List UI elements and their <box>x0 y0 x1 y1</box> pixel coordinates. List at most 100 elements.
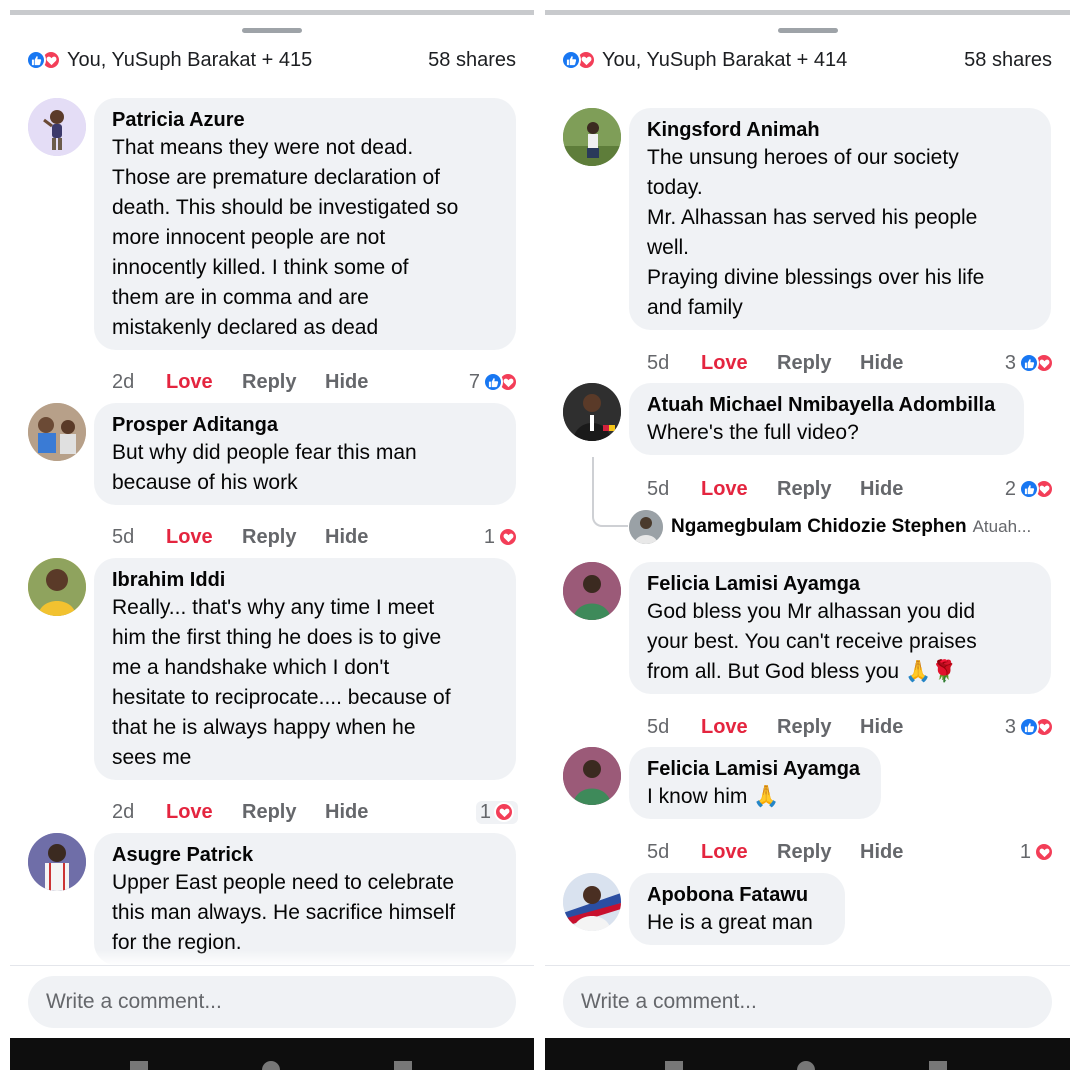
reaction-count-number: 7 <box>468 370 480 393</box>
reactor-names[interactable]: You, YuSuph Barakat + 415 <box>67 49 312 72</box>
hide-button[interactable]: Hide <box>325 801 368 824</box>
home-icon[interactable] <box>262 1061 280 1070</box>
comment-actions: 5d Love Reply Hide 1 <box>647 838 1054 866</box>
reactions-header[interactable]: You, YuSuph Barakat + 415 58 shares <box>26 48 516 72</box>
comment-text: I know him 🙏 <box>647 785 780 808</box>
back-icon[interactable] <box>394 1061 412 1070</box>
reactions-header[interactable]: You, YuSuph Barakat + 414 58 shares <box>561 48 1052 72</box>
avatar[interactable] <box>563 747 621 805</box>
love-reaction-icon <box>498 527 518 547</box>
hide-button[interactable]: Hide <box>860 478 903 501</box>
love-button[interactable]: Love <box>701 841 777 864</box>
recent-apps-icon[interactable] <box>130 1061 148 1070</box>
love-button[interactable]: Love <box>701 716 777 739</box>
sheet-drag-handle[interactable] <box>777 28 838 33</box>
comment-author[interactable]: Apobona Fatawu <box>647 882 827 908</box>
hide-button[interactable]: Hide <box>860 841 903 864</box>
comment-author[interactable]: Asugre Patrick <box>112 842 498 868</box>
comment-bubble: Apobona Fatawu He is a great man <box>629 873 845 945</box>
love-reaction-icon <box>1034 842 1054 862</box>
comment-author[interactable]: Patricia Azure <box>112 107 498 133</box>
reply-button[interactable]: Reply <box>242 371 325 394</box>
comment-text: Where's the full video? <box>647 421 859 444</box>
comment-time[interactable]: 2d <box>112 371 166 394</box>
shares-count[interactable]: 58 shares <box>964 49 1052 72</box>
love-button[interactable]: Love <box>701 352 777 375</box>
reaction-count[interactable]: 7 <box>469 371 518 394</box>
reaction-count[interactable]: 1 <box>484 526 518 549</box>
comment-input[interactable]: Write a comment... <box>28 976 516 1028</box>
comment-time[interactable]: 5d <box>647 478 701 501</box>
avatar[interactable] <box>563 873 621 931</box>
avatar[interactable] <box>28 833 86 891</box>
comment-input[interactable]: Write a comment... <box>563 976 1052 1028</box>
comment-text: But why did people fear this man because… <box>112 441 417 494</box>
comment-text: Upper East people need to celebrate this… <box>112 871 456 954</box>
comment-time[interactable]: 5d <box>647 352 701 375</box>
comment-author[interactable]: Felicia Lamisi Ayamga <box>647 756 863 782</box>
reaction-count[interactable]: 1 <box>475 800 518 824</box>
comment-author[interactable]: Atuah Michael Nmibayella Adombilla <box>647 392 1006 418</box>
love-button[interactable]: Love <box>166 801 242 824</box>
comment-actions: 2d Love Reply Hide 7 <box>112 368 518 396</box>
hide-button[interactable]: Hide <box>860 352 903 375</box>
comment-text: He is a great man <box>647 911 813 934</box>
love-button[interactable]: Love <box>166 526 242 549</box>
hide-button[interactable]: Hide <box>860 716 903 739</box>
comment-time[interactable]: 5d <box>112 526 166 549</box>
sheet-drag-handle[interactable] <box>242 28 302 33</box>
avatar[interactable] <box>28 558 86 616</box>
shares-count[interactable]: 58 shares <box>428 49 516 72</box>
system-nav-bar <box>545 1038 1070 1070</box>
reply-button[interactable]: Reply <box>242 801 325 824</box>
comment-actions: 5d Love Reply Hide 1 <box>112 523 518 551</box>
left-comments-screen: You, YuSuph Barakat + 415 58 shares Patr… <box>10 10 534 1070</box>
reaction-count[interactable]: 1 <box>1020 841 1054 864</box>
comment-text: Really... that's why any time I meet him… <box>112 596 451 769</box>
comment-time[interactable]: 5d <box>647 716 701 739</box>
avatar[interactable] <box>28 403 86 461</box>
comment-actions: 5d Love Reply Hide 2 <box>647 475 1054 503</box>
hide-button[interactable]: Hide <box>325 526 368 549</box>
avatar[interactable] <box>563 383 621 441</box>
comment-author[interactable]: Prosper Aditanga <box>112 412 498 438</box>
reaction-count[interactable]: 3 <box>1005 716 1054 739</box>
recent-apps-icon[interactable] <box>665 1061 683 1070</box>
reaction-icons <box>1019 717 1054 737</box>
reply-button[interactable]: Reply <box>777 716 860 739</box>
reaction-count[interactable]: 2 <box>1005 478 1054 501</box>
comment-bubble: Patricia Azure That means they were not … <box>94 98 516 350</box>
avatar[interactable] <box>28 98 86 156</box>
comment-author[interactable]: Felicia Lamisi Ayamga <box>647 571 1033 597</box>
reactor-names[interactable]: You, YuSuph Barakat + 414 <box>602 49 847 72</box>
home-icon[interactable] <box>797 1061 815 1070</box>
reaction-count[interactable]: 3 <box>1005 352 1054 375</box>
reply-button[interactable]: Reply <box>777 478 860 501</box>
status-strip <box>10 10 534 15</box>
reply-button[interactable]: Reply <box>777 352 860 375</box>
reply-author[interactable]: Ngamegbulam Chidozie Stephen <box>671 516 967 538</box>
comment-time[interactable]: 5d <box>647 841 701 864</box>
love-button[interactable]: Love <box>166 371 242 394</box>
reply-button[interactable]: Reply <box>242 526 325 549</box>
hide-button[interactable]: Hide <box>325 371 368 394</box>
reply-button[interactable]: Reply <box>777 841 860 864</box>
reaction-icons <box>1019 353 1054 373</box>
system-nav-bar <box>10 1038 534 1070</box>
comment-actions: 5d Love Reply Hide 3 <box>647 713 1054 741</box>
comment-time[interactable]: 2d <box>112 801 166 824</box>
love-reaction-icon <box>494 802 514 822</box>
back-icon[interactable] <box>929 1061 947 1070</box>
scroll-fade <box>10 950 534 966</box>
like-reaction-icon <box>26 50 46 70</box>
avatar[interactable] <box>563 562 621 620</box>
comment-author[interactable]: Kingsford Animah <box>647 117 1033 143</box>
love-button[interactable]: Love <box>701 478 777 501</box>
reply-avatar[interactable] <box>629 510 663 544</box>
reply-preview[interactable]: Ngamegbulam Chidozie Stephen Atuah... <box>629 510 1031 544</box>
like-reaction-icon <box>1019 717 1039 737</box>
like-reaction-icon <box>1019 353 1039 373</box>
comment-actions: 2d Love Reply Hide 1 <box>112 798 518 826</box>
comment-author[interactable]: Ibrahim Iddi <box>112 567 498 593</box>
avatar[interactable] <box>563 108 621 166</box>
